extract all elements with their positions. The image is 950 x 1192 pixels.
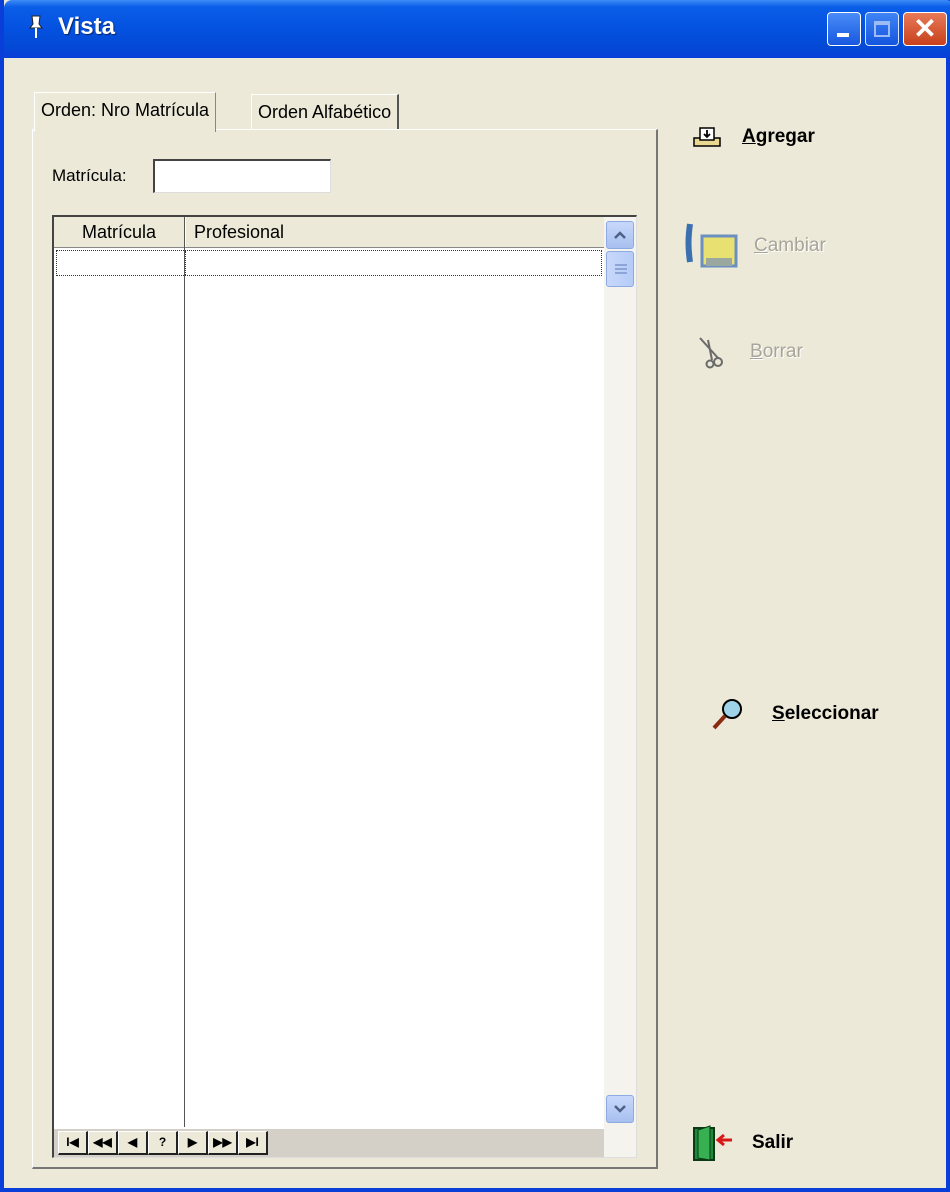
tab-orden-nro-matricula[interactable]: Orden: Nro Matrícula: [34, 92, 217, 132]
window-title: Vista: [58, 13, 115, 40]
seleccionar-label: eleccionar: [784, 703, 879, 724]
table-row[interactable]: [56, 250, 602, 276]
maximize-icon: [874, 21, 890, 37]
nav-last-button[interactable]: ▶I: [238, 1131, 268, 1155]
borrar-label: orrar: [762, 341, 803, 362]
grip-line: [615, 268, 627, 270]
app-window: Vista ✕ Orden: Nro Matrícula Orden Alfab…: [0, 0, 950, 1192]
column-header-profesional[interactable]: Profesional: [185, 217, 604, 247]
cambiar-label: ambiar: [767, 235, 826, 256]
title-bar[interactable]: Vista ✕: [4, 0, 950, 58]
scroll-thumb[interactable]: [606, 251, 634, 287]
chevron-down-icon: [614, 1105, 626, 1113]
nav-prev-button[interactable]: ◀: [118, 1131, 148, 1155]
cambiar-button[interactable]: Cambiar: [684, 218, 826, 274]
salir-button[interactable]: Salir: [690, 1124, 793, 1162]
close-icon: ✕: [913, 13, 937, 44]
add-record-icon: [693, 127, 721, 147]
seleccionar-mnemonic: S: [772, 703, 785, 724]
close-button[interactable]: ✕: [903, 12, 947, 46]
agregar-mnemonic: A: [742, 126, 756, 147]
cambiar-mnemonic: C: [754, 235, 768, 256]
grid-header: Matrícula Profesional: [54, 217, 604, 248]
exit-door-icon: [693, 1125, 732, 1161]
tab-orden-alfabetico[interactable]: Orden Alfabético: [251, 94, 400, 130]
column-header-matricula[interactable]: Matrícula: [54, 217, 185, 247]
matricula-input[interactable]: [153, 159, 331, 193]
magnifier-icon: [712, 699, 742, 730]
nav-next-button[interactable]: ▶: [178, 1131, 208, 1155]
nav-prev-page-button[interactable]: ◀◀: [88, 1131, 118, 1155]
grip-line: [615, 264, 627, 266]
vertical-scrollbar[interactable]: [604, 217, 636, 1129]
agregar-button[interactable]: Agregar: [692, 124, 815, 150]
edit-record-icon: [685, 223, 738, 268]
scroll-down-button[interactable]: [606, 1095, 634, 1123]
nav-goto-button[interactable]: ?: [148, 1131, 178, 1155]
borrar-mnemonic: B: [750, 341, 763, 362]
scissors-icon: [699, 337, 723, 369]
minimize-icon: [837, 33, 849, 37]
record-navigator: I◀ ◀◀ ◀ ? ▶ ▶▶ ▶I: [54, 1129, 604, 1157]
table-cell[interactable]: [57, 251, 186, 275]
maximize-button[interactable]: [865, 12, 899, 46]
seleccionar-button[interactable]: Seleccionar: [710, 696, 879, 732]
app-pin-icon: [29, 15, 43, 38]
agregar-label: gregar: [755, 126, 815, 147]
grip-line: [615, 272, 627, 274]
scroll-up-button[interactable]: [606, 221, 634, 249]
salir-label: Salir: [752, 1132, 794, 1153]
records-grid[interactable]: Matrícula Profesional I◀ ◀◀ ◀ ? ▶ ▶▶ ▶I: [52, 215, 637, 1158]
column-divider: [184, 247, 185, 1127]
chevron-up-icon: [614, 231, 626, 239]
nav-next-page-button[interactable]: ▶▶: [208, 1131, 238, 1155]
borrar-button[interactable]: Borrar: [696, 334, 803, 370]
nav-first-button[interactable]: I◀: [58, 1131, 88, 1155]
scroll-corner: [604, 1129, 636, 1157]
minimize-button[interactable]: [827, 12, 861, 46]
matricula-label: Matrícula:: [52, 166, 127, 185]
